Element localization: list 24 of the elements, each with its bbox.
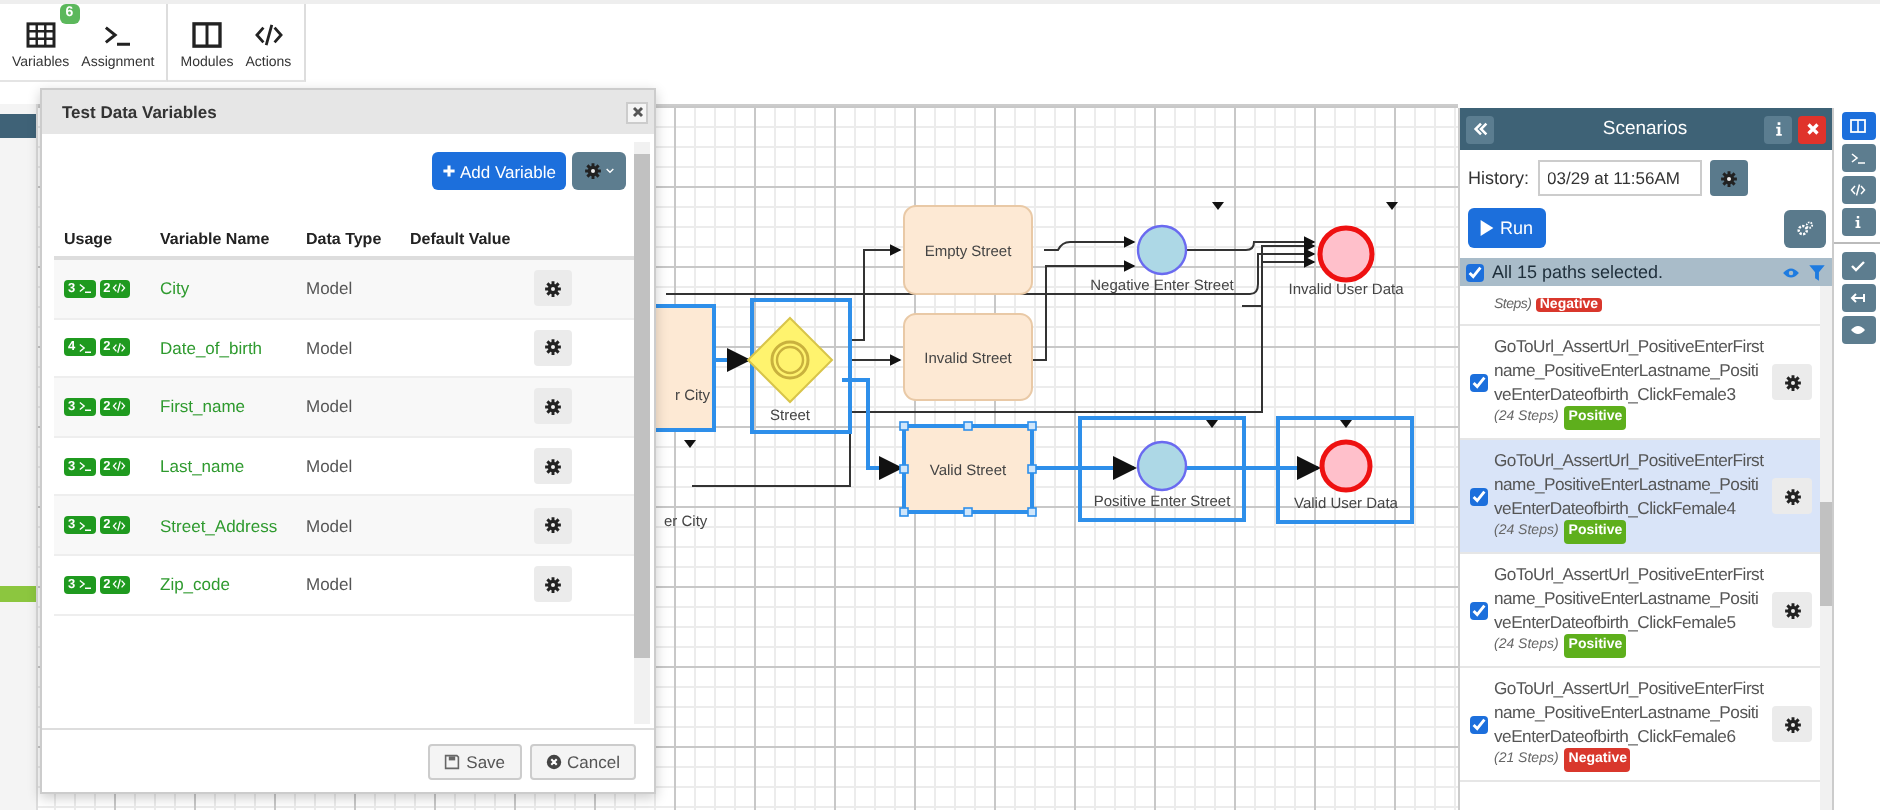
column-header: Usage: [64, 230, 115, 248]
path-name: GoToUrl_AssertUrl_PositiveEnterFirstname_PositiveEnterLastname_PositiveEnterDateofbirth_ClickFemale6: [1494, 676, 1764, 748]
path-name: GoToUrl_AssertUrl_PositiveEnterFirstname_PositiveEnterLastname_PositiveEnterDateofbirth_ClickFemale3: [1494, 334, 1764, 406]
table-cell-text: Model: [306, 574, 355, 595]
history-label: History:: [1468, 168, 1530, 188]
table-cell-text: Model: [306, 337, 355, 358]
variable-name-cell-text: Zip_code: [160, 574, 232, 595]
selection-summary: All 15 paths selected.: [1492, 262, 1666, 282]
panel-title: Scenarios: [1600, 118, 1690, 140]
column-header: Default Value: [410, 230, 513, 248]
variable-name-cell-text: City: [160, 278, 192, 299]
variable-name-cell-text: Street_Address: [160, 515, 280, 536]
variable-name-cell-text: Last_name: [160, 456, 247, 477]
column-header: Variable Name: [160, 230, 272, 248]
path-name: GoToUrl_AssertUrl_PositiveEnterFirstname_PositiveEnterLastname_PositiveEnterDateofbirth_ClickFemale4: [1494, 448, 1764, 520]
column-header: Data Type: [306, 230, 384, 248]
table-cell-text: Model: [306, 456, 355, 477]
variable-name-cell-text: Date_of_birth: [160, 337, 265, 358]
variable-name-cell-text: First_name: [160, 396, 248, 417]
path-name: GoToUrl_AssertUrl_PositiveEnterFirstname_PositiveEnterLastname_PositiveEnterDateofbirth_ClickFemale5: [1494, 562, 1764, 634]
table-cell-text: Model: [306, 278, 355, 299]
dialog-title: Test Data Variables: [62, 102, 217, 122]
table-cell-text: Model: [306, 515, 355, 536]
table-cell-text: Model: [306, 396, 355, 417]
